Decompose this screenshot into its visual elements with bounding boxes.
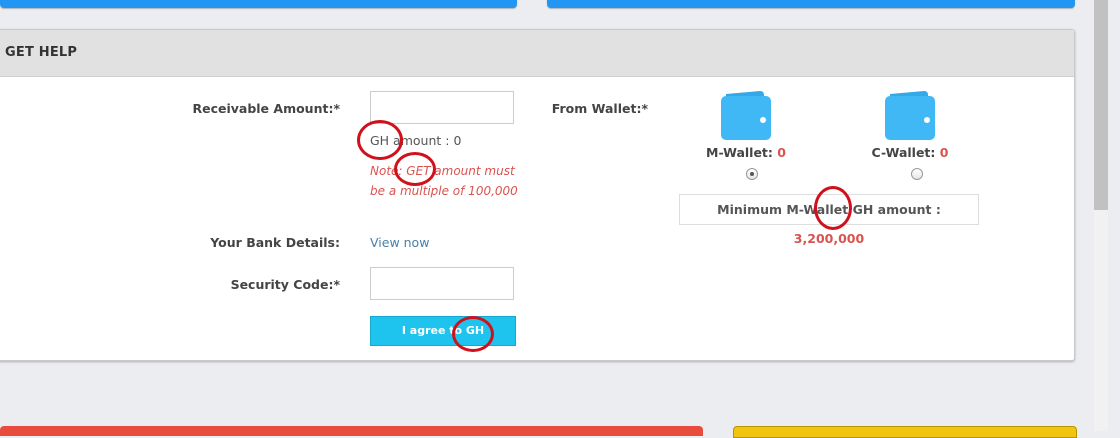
c-wallet-name: C-Wallet: bbox=[871, 145, 936, 160]
receivable-amount-input[interactable] bbox=[370, 91, 514, 124]
from-wallet-label: From Wallet:* bbox=[551, 101, 648, 116]
minimum-label: Minimum M-Wallet GH amount : bbox=[717, 202, 941, 217]
amount-note: Note: GET amount must be a multiple of 1… bbox=[370, 164, 518, 198]
bottom-panel-red bbox=[0, 426, 703, 436]
agree-to-gh-button[interactable]: I agree to GH bbox=[370, 316, 516, 346]
panel-title: GET HELP bbox=[0, 30, 1074, 77]
top-panel-left bbox=[0, 0, 517, 8]
m-wallet-label: M-Wallet: 0 bbox=[686, 145, 806, 160]
m-wallet-icon[interactable] bbox=[720, 90, 772, 140]
minimum-value: 3,200,000 bbox=[793, 231, 865, 246]
c-wallet-radio[interactable] bbox=[911, 168, 923, 180]
m-wallet-radio[interactable] bbox=[746, 168, 758, 180]
receivable-amount-label: Receivable Amount:* bbox=[192, 101, 340, 116]
top-panel-right bbox=[547, 0, 1075, 8]
view-bank-details-link[interactable]: View now bbox=[370, 235, 429, 250]
m-wallet-value: 0 bbox=[777, 145, 786, 160]
c-wallet-value: 0 bbox=[939, 145, 949, 160]
m-wallet-name: M-Wallet: bbox=[706, 145, 773, 160]
minimum-wallet-box: Minimum M-Wallet GH amount : 3,200,000 bbox=[679, 194, 979, 246]
bottom-panel-yellow bbox=[733, 426, 1077, 438]
gh-amount-text: GH amount : 0 bbox=[370, 133, 462, 148]
bank-details-label: Your Bank Details: bbox=[210, 235, 340, 250]
c-wallet-icon[interactable] bbox=[884, 90, 936, 140]
security-code-input[interactable] bbox=[370, 267, 514, 300]
security-code-label: Security Code:* bbox=[230, 277, 340, 292]
scrollbar-thumb[interactable] bbox=[1094, 0, 1108, 210]
c-wallet-label: C-Wallet: 0 bbox=[850, 145, 970, 160]
